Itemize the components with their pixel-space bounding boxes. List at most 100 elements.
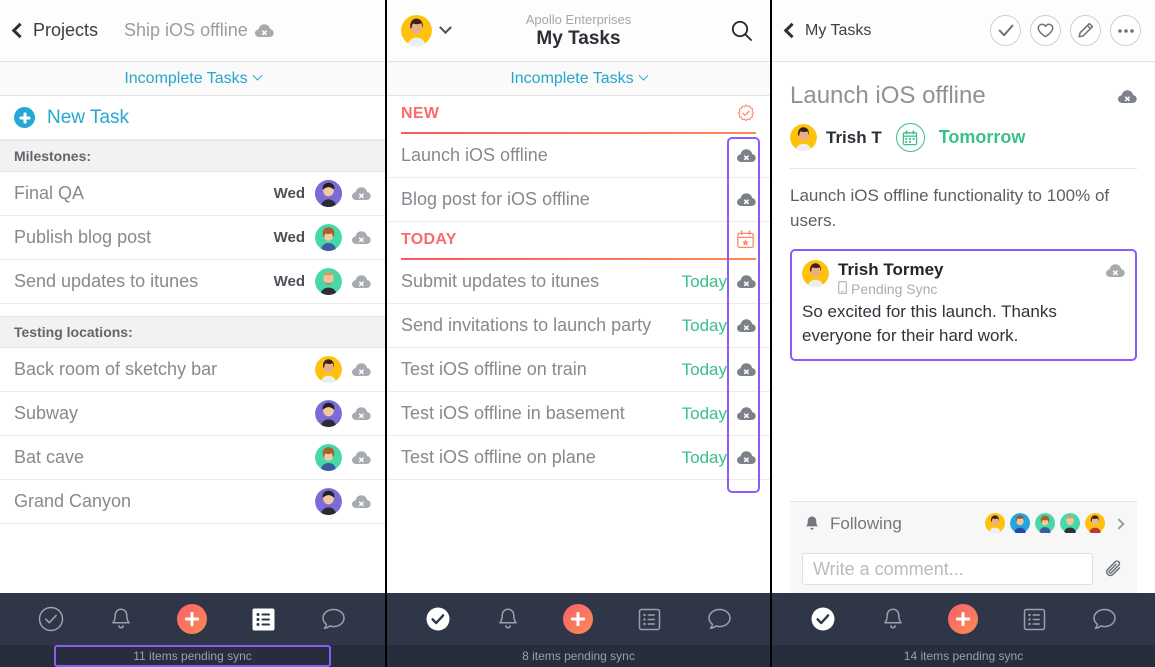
task-title: Launch iOS offline <box>401 145 548 165</box>
task-title: Back room of sketchy bar <box>14 359 218 379</box>
table-row[interactable]: Submit updates to itunes Today <box>387 260 770 304</box>
table-row[interactable]: Send invitations to launch party Today <box>387 304 770 348</box>
task-title: Grand Canyon <box>14 491 132 511</box>
task-title: Publish blog post <box>14 227 152 247</box>
comment-item[interactable]: Trish Tormey Pending Sync So excited for… <box>790 249 1137 361</box>
table-row[interactable]: Publish blog post Wed <box>0 216 385 260</box>
table-row[interactable]: Test iOS offline in basement Today <box>387 392 770 436</box>
calendar-icon[interactable] <box>895 123 925 152</box>
back-label: Projects <box>33 20 99 40</box>
table-row[interactable]: Subway <box>0 392 385 436</box>
calendar-star-icon <box>736 230 756 250</box>
section-gap <box>0 304 385 316</box>
search-icon[interactable] <box>728 17 756 45</box>
task-due-date[interactable]: Tomorrow <box>939 127 1026 148</box>
task-title: Test iOS offline on plane <box>401 447 596 467</box>
cloud-sync-icon <box>737 406 756 421</box>
table-row[interactable]: Test iOS offline on train Today <box>387 348 770 392</box>
task-title: Blog post for iOS offline <box>401 189 590 209</box>
tab-notifications-bell[interactable] <box>494 605 522 633</box>
back-label: My Tasks <box>805 21 872 39</box>
panel1-sync-banner: 11 items pending sync <box>0 645 385 667</box>
ellipsis-icon[interactable] <box>1110 15 1141 46</box>
avatar <box>315 444 342 471</box>
panel-task-detail: My Tasks Launch iOS offline Trish T Tomo… <box>770 0 1155 667</box>
panel-my-tasks: Apollo Enterprises My Tasks Incomplete T… <box>385 0 770 667</box>
chevron-left-icon <box>11 22 28 39</box>
cloud-sync-icon <box>737 274 756 289</box>
tab-check-circle-active[interactable] <box>424 605 452 633</box>
task-title: Launch iOS offline <box>790 82 986 109</box>
back-to-projects-button[interactable]: Projects <box>11 20 99 41</box>
pencil-icon[interactable] <box>1070 15 1101 46</box>
bell-icon <box>804 515 820 533</box>
task-actions <box>990 15 1141 46</box>
comment-author-block: Trish Tormey Pending Sync <box>838 260 944 298</box>
avatar <box>401 15 432 46</box>
task-title: Bat cave <box>14 447 85 467</box>
tab-list[interactable] <box>635 605 663 633</box>
task-description: Launch iOS offline functionality to 100%… <box>790 186 1110 230</box>
account-switcher[interactable] <box>401 15 452 46</box>
follower-avatars[interactable] <box>982 512 1125 535</box>
new-seal-check-icon <box>736 104 756 124</box>
section-header-testing-locations: Testing locations: <box>0 316 385 348</box>
table-row[interactable]: Bat cave <box>0 436 385 480</box>
chevron-down-icon <box>252 70 263 81</box>
tab-create-button[interactable] <box>177 604 208 634</box>
table-row[interactable]: Final QA Wed <box>0 172 385 216</box>
task-title: Subway <box>14 403 79 423</box>
avatar <box>1084 512 1107 535</box>
task-title: Send updates to itunes <box>14 271 199 291</box>
new-task-button[interactable]: New Task <box>0 96 385 140</box>
panel2-task-list: NEW Launch iOS offline Blog post for iOS… <box>387 96 770 593</box>
task-assignee[interactable]: Trish T <box>790 124 882 151</box>
cloud-sync-icon <box>737 148 756 163</box>
back-to-my-tasks-button[interactable]: My Tasks <box>783 21 872 40</box>
cloud-sync-icon <box>254 23 274 38</box>
tab-notifications-bell[interactable] <box>107 605 135 633</box>
tab-create-button[interactable] <box>948 604 979 634</box>
assignee-name: Trish T <box>826 127 882 147</box>
panel1-filter-bar[interactable]: Incomplete Tasks <box>0 62 385 96</box>
task-due: Today <box>681 315 727 335</box>
cloud-sync-icon <box>352 494 371 509</box>
chevron-down-icon <box>439 21 452 35</box>
avatar <box>315 224 342 251</box>
tab-check-circle[interactable] <box>37 605 65 633</box>
panel2-tabbar <box>387 593 770 645</box>
panel2-filter-bar[interactable]: Incomplete Tasks <box>387 62 770 96</box>
group-label: NEW <box>401 105 440 122</box>
panel3-navbar: My Tasks <box>772 0 1155 62</box>
table-row[interactable]: Send updates to itunes Wed <box>0 260 385 304</box>
chevron-right-icon[interactable] <box>1113 517 1125 530</box>
tab-list[interactable] <box>1020 605 1048 633</box>
table-row[interactable]: Grand Canyon <box>0 480 385 524</box>
tab-create-button[interactable] <box>563 604 594 634</box>
tab-inbox-chat[interactable] <box>1090 605 1118 633</box>
cloud-sync-icon <box>1118 89 1137 104</box>
tab-inbox-chat[interactable] <box>320 605 348 633</box>
panel-project-tasks: Projects Ship iOS offline Incomplete Tas… <box>0 0 385 667</box>
panel2-navbar: Apollo Enterprises My Tasks <box>387 0 770 62</box>
tab-list-active[interactable] <box>250 605 278 633</box>
group-label: TODAY <box>401 231 457 248</box>
cloud-sync-icon <box>352 274 371 289</box>
chevron-down-icon <box>638 70 649 81</box>
table-row[interactable]: Blog post for iOS offline <box>387 178 770 222</box>
table-row[interactable]: Back room of sketchy bar <box>0 348 385 392</box>
tab-inbox-chat[interactable] <box>705 605 733 633</box>
table-row[interactable]: Test iOS offline on plane Today <box>387 436 770 480</box>
comment-input[interactable] <box>802 553 1093 585</box>
paperclip-icon[interactable] <box>1103 558 1125 580</box>
following-label: Following <box>830 513 902 533</box>
tab-check-circle-active[interactable] <box>809 605 837 633</box>
avatar <box>1034 512 1057 535</box>
complete-check-icon[interactable] <box>990 15 1021 46</box>
project-title-text: Ship iOS offline <box>124 20 248 40</box>
heart-icon[interactable] <box>1030 15 1061 46</box>
avatar <box>315 356 342 383</box>
tab-notifications-bell[interactable] <box>879 605 907 633</box>
following-row[interactable]: Following <box>790 501 1137 545</box>
table-row[interactable]: Launch iOS offline <box>387 134 770 178</box>
